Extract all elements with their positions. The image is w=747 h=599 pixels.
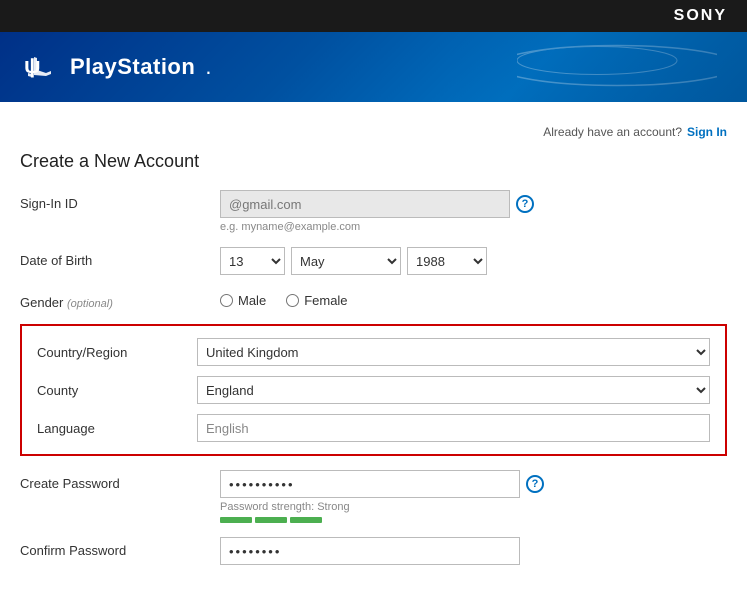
main-content: Already have an account? Sign In Create … (0, 102, 747, 599)
confirm-password-field (220, 537, 727, 565)
gender-row: Gender (optional) Male Female (20, 289, 727, 310)
country-label: Country/Region (37, 345, 197, 360)
password-help-icon[interactable]: ? (526, 475, 544, 493)
gender-optional: (optional) (67, 298, 113, 310)
signin-id-row: Sign-In ID ? e.g. myname@example.com (20, 190, 727, 233)
sony-logo: SONY (674, 7, 727, 25)
location-section: Country/Region United Kingdom United Sta… (20, 324, 727, 456)
dob-selects: 13 12345 678910 11121415 JanuaryFebruary… (220, 247, 727, 275)
dob-row: Date of Birth 13 12345 678910 11121415 J… (20, 247, 727, 275)
strength-bar-3 (290, 517, 322, 523)
signin-id-input-area: ? (220, 190, 727, 218)
county-select[interactable]: England Scotland Wales Northern Ireland (197, 376, 710, 404)
strength-bar-2 (255, 517, 287, 523)
dob-field: 13 12345 678910 11121415 JanuaryFebruary… (220, 247, 727, 275)
brand-name: PlayStation (70, 54, 195, 80)
create-password-input-area: ? (220, 470, 727, 498)
female-radio-label[interactable]: Female (286, 293, 347, 308)
county-row: County England Scotland Wales Northern I… (37, 376, 710, 404)
brand-dot: . (205, 54, 211, 80)
create-password-field: ? Password strength: Strong (220, 470, 727, 523)
strength-bars (220, 517, 727, 523)
sign-in-link[interactable]: Sign In (687, 125, 727, 139)
male-radio[interactable] (220, 294, 233, 307)
signin-help-icon[interactable]: ? (516, 195, 534, 213)
signin-id-label: Sign-In ID (20, 190, 220, 211)
page-title: Create a New Account (20, 151, 727, 172)
account-bar: Already have an account? Sign In (20, 117, 727, 147)
ps-logo-area: ψ PlayStation. (20, 47, 211, 87)
signin-hint: e.g. myname@example.com (220, 221, 727, 233)
county-label: County (37, 383, 197, 398)
language-input[interactable] (197, 414, 710, 442)
confirm-password-row: Confirm Password (20, 537, 727, 565)
confirm-password-label: Confirm Password (20, 537, 220, 558)
gender-options: Male Female (220, 289, 727, 308)
dob-month-select[interactable]: JanuaryFebruaryMarchApril MayJuneJulyAug… (291, 247, 401, 275)
female-label: Female (304, 293, 347, 308)
male-radio-label[interactable]: Male (220, 293, 266, 308)
sony-bar: SONY (0, 0, 747, 32)
svg-text:ψ: ψ (24, 53, 41, 78)
language-field (197, 414, 710, 442)
female-radio[interactable] (286, 294, 299, 307)
password-strength-text: Password strength: Strong (220, 501, 727, 513)
country-select[interactable]: United Kingdom United States Germany Fra… (197, 338, 710, 366)
gender-label: Gender (optional) (20, 289, 220, 310)
male-label: Male (238, 293, 266, 308)
playstation-icon: ψ (20, 47, 60, 87)
existing-account-text: Already have an account? (543, 125, 682, 139)
language-label: Language (37, 421, 197, 436)
county-field: England Scotland Wales Northern Ireland (197, 376, 710, 404)
create-password-label: Create Password (20, 470, 220, 491)
create-password-input[interactable] (220, 470, 520, 498)
signin-id-field: ? e.g. myname@example.com (220, 190, 727, 233)
gender-field: Male Female (220, 289, 727, 308)
ps-banner: ψ PlayStation. (0, 32, 747, 102)
language-row: Language (37, 414, 710, 442)
dob-day-select[interactable]: 13 12345 678910 11121415 (220, 247, 285, 275)
dob-label: Date of Birth (20, 247, 220, 268)
create-password-row: Create Password ? Password strength: Str… (20, 470, 727, 523)
strength-bar-1 (220, 517, 252, 523)
banner-decoration (517, 36, 717, 99)
confirm-password-input[interactable] (220, 537, 520, 565)
country-field: United Kingdom United States Germany Fra… (197, 338, 710, 366)
signin-id-input[interactable] (220, 190, 510, 218)
dob-year-select[interactable]: 1988 198519861987 198919901991 (407, 247, 487, 275)
country-row: Country/Region United Kingdom United Sta… (37, 338, 710, 366)
